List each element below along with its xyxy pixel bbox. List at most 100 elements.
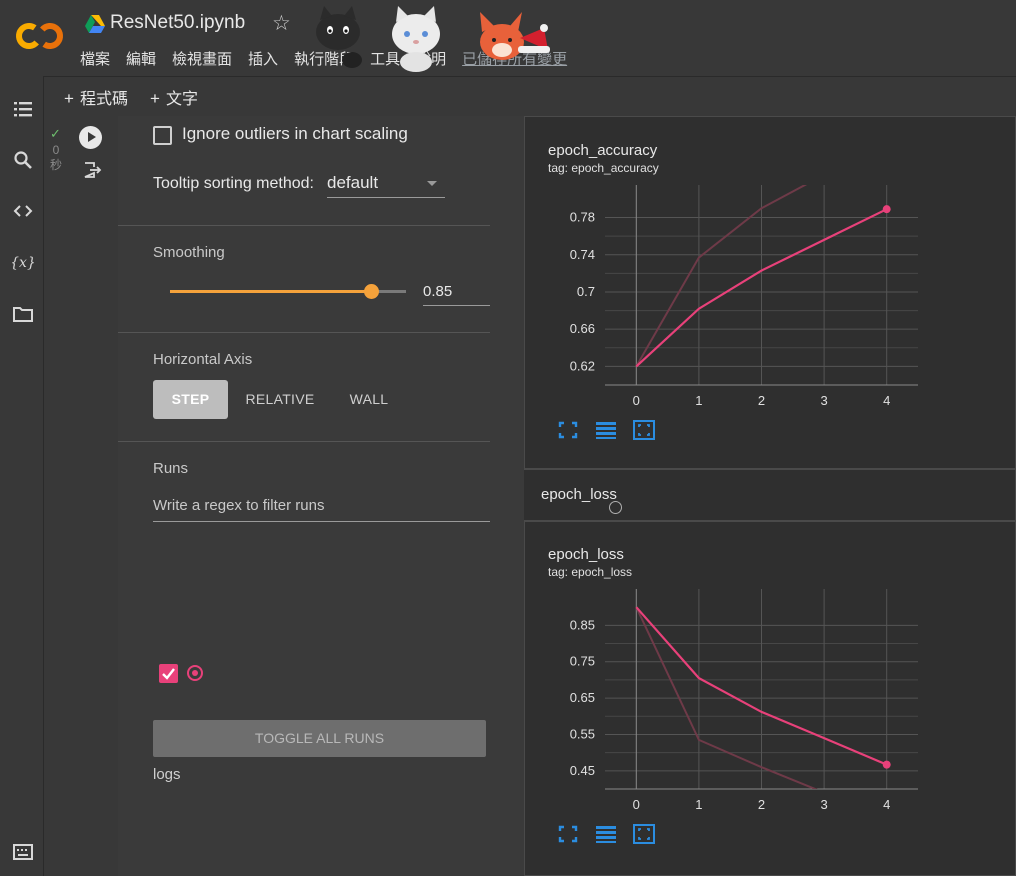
fit-domain-icon[interactable] <box>632 419 656 441</box>
ignore-outliers-checkbox[interactable] <box>153 126 172 145</box>
y-tick-label: 0.78 <box>570 210 595 225</box>
x-tick-label: 0 <box>633 797 640 812</box>
y-tick-label: 0.66 <box>570 321 595 336</box>
axis-step-button[interactable]: STEP <box>153 380 228 419</box>
chart-title: epoch_loss <box>548 546 624 563</box>
divider <box>118 225 490 226</box>
y-tick-label: 0.55 <box>570 726 595 741</box>
charts-area: epoch_accuracy tag: epoch_accuracy 0.62 0… <box>524 116 1016 876</box>
smoothing-slider-thumb[interactable] <box>363 284 379 299</box>
add-code-label: 程式碼 <box>79 91 128 108</box>
chart-title: epoch_accuracy <box>548 142 658 159</box>
x-tick-label: 0 <box>633 393 640 408</box>
run-name-label: logs <box>153 766 181 783</box>
fullscreen-icon[interactable] <box>556 419 580 441</box>
fit-domain-icon[interactable] <box>632 823 656 845</box>
exec-time-unit: 秒 <box>49 158 62 172</box>
tensorboard-settings-panel: Ignore outliers in chart scaling Tooltip… <box>118 116 524 876</box>
toggle-all-runs-button[interactable]: TOGGLE ALL RUNS <box>153 720 486 757</box>
x-tick-label: 4 <box>883 797 890 812</box>
chart-tools <box>556 419 656 441</box>
colab-logo[interactable] <box>14 18 66 54</box>
y-tick-label: 0.75 <box>570 654 595 669</box>
runs-filter-input[interactable]: Write a regex to filter runs <box>153 494 490 522</box>
chevron-down-icon <box>427 181 437 186</box>
x-tick-label: 1 <box>695 797 702 812</box>
google-drive-icon[interactable] <box>84 14 106 34</box>
variables-icon[interactable]: {x} <box>12 251 34 273</box>
notebook-toolbar: + 程式碼 + 文字 <box>44 76 1016 116</box>
menu-view[interactable]: 檢視畫面 <box>172 48 232 69</box>
plus-icon: + <box>150 89 160 108</box>
left-rail: {x} <box>0 76 44 876</box>
section-title: epoch_loss <box>541 486 617 503</box>
top-bar: ResNet50.ipynb ☆ 檔案 編輯 檢視畫面 插入 執行階段 工具 說… <box>0 0 1016 76</box>
search-icon[interactable] <box>12 149 34 171</box>
x-tick-label: 2 <box>758 393 765 408</box>
folder-icon[interactable] <box>12 303 34 325</box>
menu-file[interactable]: 檔案 <box>80 48 110 69</box>
add-code-button[interactable]: + 程式碼 <box>64 85 128 109</box>
data-table-icon[interactable] <box>594 419 618 441</box>
fullscreen-icon[interactable] <box>556 823 580 845</box>
menu-edit[interactable]: 編輯 <box>126 48 156 69</box>
chart-tools <box>556 823 656 845</box>
last-point-marker <box>882 760 891 769</box>
add-text-label: 文字 <box>165 91 198 108</box>
menu-insert[interactable]: 插入 <box>248 48 278 69</box>
epoch-accuracy-card: epoch_accuracy tag: epoch_accuracy 0.62 0… <box>524 116 1016 469</box>
run-cell-button[interactable] <box>79 126 102 149</box>
axis-wall-button[interactable]: WALL <box>336 380 402 419</box>
y-tick-label: 0.7 <box>577 284 595 299</box>
table-of-contents-icon[interactable] <box>12 98 34 120</box>
check-icon <box>162 668 175 680</box>
epoch-accuracy-chart[interactable]: 0.62 0.66 0.7 0.74 0.78 0 1 2 3 4 <box>525 179 1015 419</box>
tooltip-sort-label: Tooltip sorting method: <box>153 175 314 192</box>
svg-text:{x}: {x} <box>12 255 34 271</box>
decorative-cats-image <box>316 6 550 72</box>
smoothing-label: Smoothing <box>153 244 225 261</box>
tooltip-sort-value: default <box>327 173 379 192</box>
smoothing-input[interactable]: 0.85 <box>423 280 490 306</box>
y-tick-label: 0.65 <box>570 690 595 705</box>
cell-gutter: ✓ 0秒 <box>44 116 118 876</box>
epoch-loss-chart[interactable]: 0.45 0.55 0.65 0.75 0.85 0 1 2 3 4 <box>525 583 1015 823</box>
run-logs-checkbox[interactable] <box>159 664 178 683</box>
terminal-icon[interactable] <box>12 841 34 863</box>
plus-icon: + <box>64 89 74 108</box>
horizontal-axis-label: Horizontal Axis <box>153 351 253 368</box>
add-text-button[interactable]: + 文字 <box>150 85 198 109</box>
ignore-outliers-label: Ignore outliers in chart scaling <box>182 124 408 143</box>
epoch-loss-section-header[interactable]: epoch_loss <box>524 469 1016 521</box>
notebook-title[interactable]: ResNet50.ipynb <box>110 12 245 34</box>
divider <box>118 441 490 442</box>
x-tick-label: 2 <box>758 797 765 812</box>
y-tick-label: 0.74 <box>570 247 595 262</box>
runs-label: Runs <box>153 460 189 477</box>
smoothing-slider[interactable] <box>170 284 406 299</box>
chart-tag: tag: epoch_loss <box>548 565 633 579</box>
y-tick-label: 0.45 <box>570 763 595 778</box>
tooltip-sort-select[interactable]: default <box>327 170 445 198</box>
busy-cursor-icon <box>609 501 622 514</box>
x-tick-label: 4 <box>883 393 890 408</box>
x-tick-label: 3 <box>820 797 827 812</box>
y-tick-label: 0.62 <box>570 358 595 373</box>
check-icon: ✓ <box>50 126 61 141</box>
data-table-icon[interactable] <box>594 823 618 845</box>
epoch-loss-card: epoch_loss tag: epoch_loss 0.45 0.55 0.65 0… <box>524 521 1016 876</box>
exec-time-value: 0 <box>52 143 60 157</box>
run-color-picker[interactable] <box>187 665 203 681</box>
star-icon[interactable]: ☆ <box>272 11 291 36</box>
chart-tag: tag: epoch_accuracy <box>548 161 659 175</box>
x-tick-label: 3 <box>820 393 827 408</box>
x-tick-label: 1 <box>695 393 702 408</box>
execution-time: 0秒 <box>49 143 63 173</box>
last-point-marker <box>882 205 891 214</box>
y-tick-label: 0.85 <box>570 617 595 632</box>
code-snippets-icon[interactable] <box>12 200 34 222</box>
divider <box>118 332 490 333</box>
smoothing-slider-fill <box>170 290 371 293</box>
output-actions-icon[interactable] <box>82 160 102 180</box>
axis-relative-button[interactable]: RELATIVE <box>236 380 324 419</box>
